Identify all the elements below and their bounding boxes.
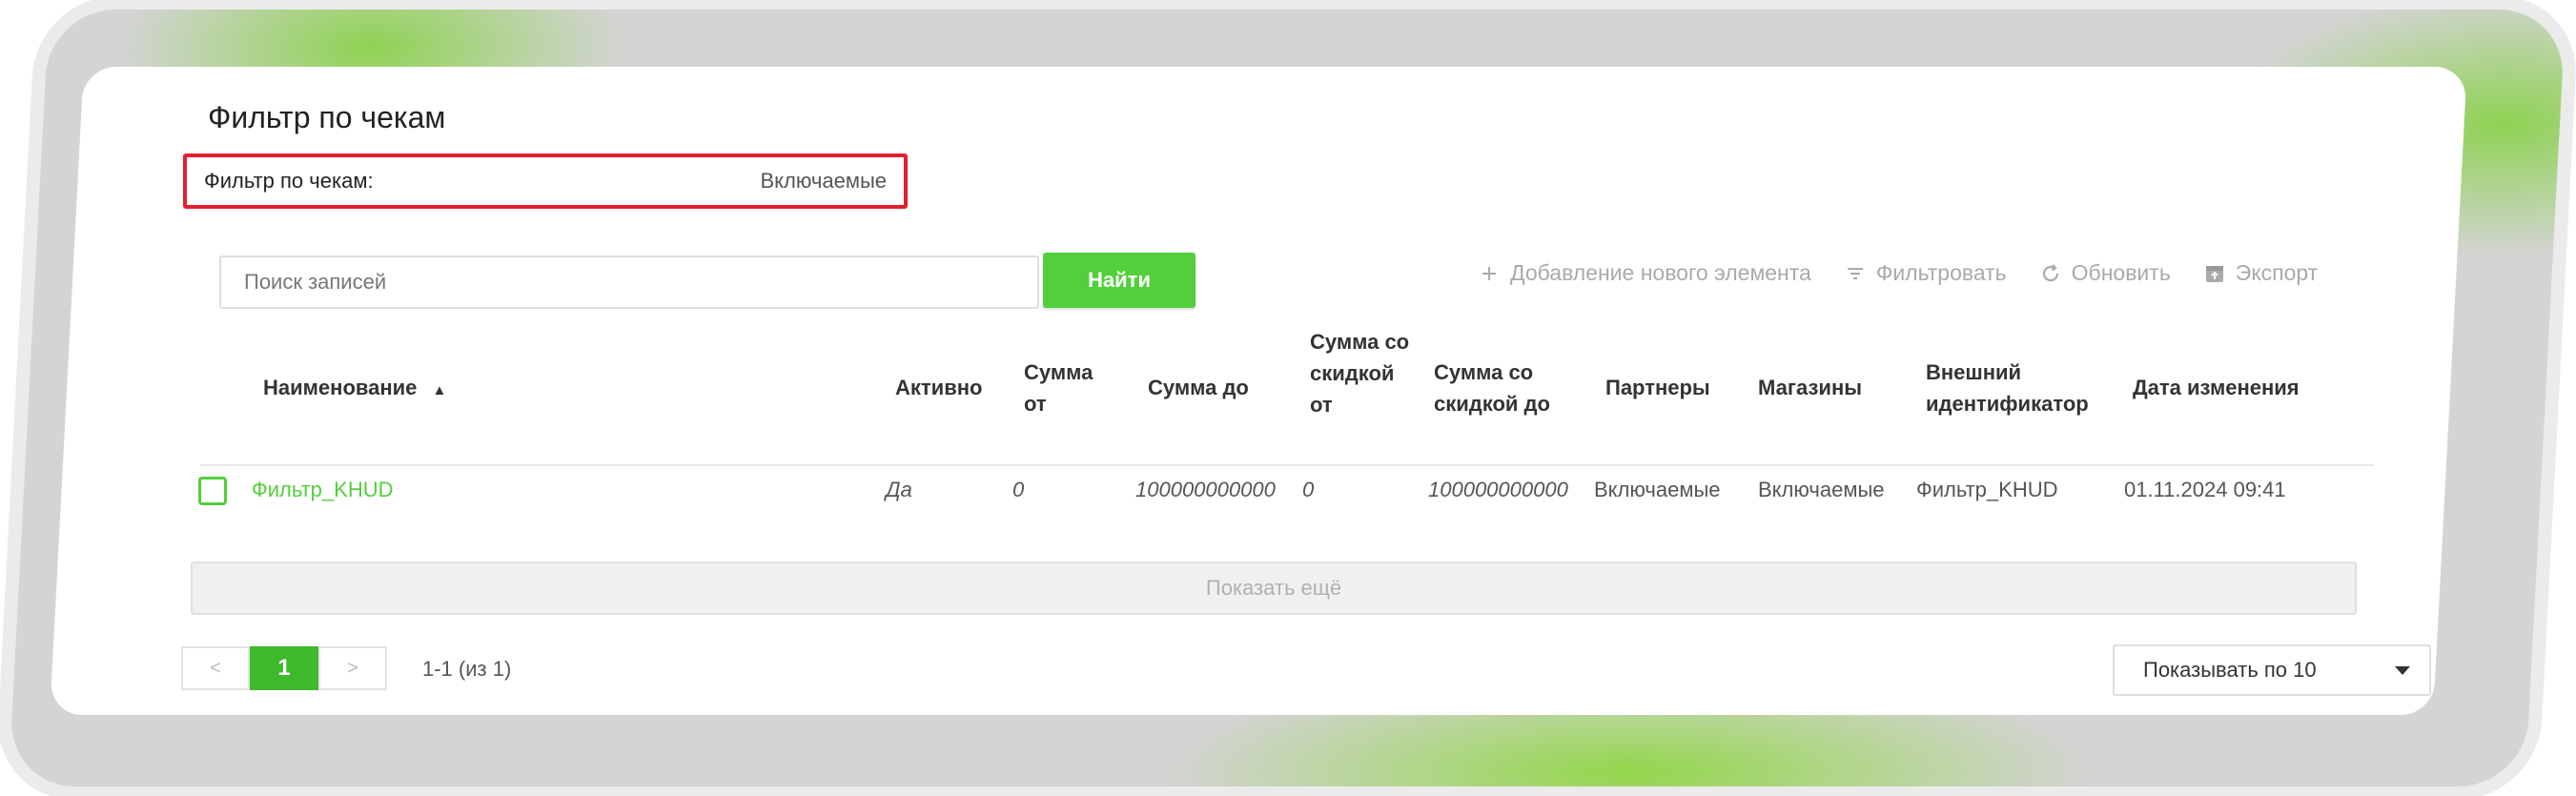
- export-icon: [2205, 265, 2223, 282]
- filter-summary-label: Фильтр по чекам:: [204, 169, 374, 193]
- column-header-external-id[interactable]: Внешний идентификатор: [1926, 357, 2116, 419]
- page-size-label: Показывать по 10: [2143, 658, 2317, 682]
- pagination: < 1 >: [181, 646, 387, 690]
- filter-icon: [1847, 267, 1863, 279]
- pagination-info: 1-1 (из 1): [422, 657, 512, 681]
- filter-summary-highlight: Фильтр по чекам: Включаемые: [183, 153, 908, 209]
- search-input[interactable]: [219, 255, 1039, 309]
- page-1-button[interactable]: 1: [250, 646, 318, 690]
- filter-label: Фильтровать: [1875, 260, 2007, 285]
- page-size-select[interactable]: Показывать по 10: [2113, 644, 2431, 696]
- cell-disc-to: 100000000000: [1428, 478, 1568, 501]
- row-checkbox[interactable]: [198, 477, 227, 505]
- cell-sum-from: 0: [1012, 478, 1025, 501]
- cell-partners: Включаемые: [1594, 478, 1721, 501]
- export-label: Экспорт: [2235, 260, 2319, 285]
- refresh-label: Обновить: [2071, 260, 2171, 285]
- toolbar: Добавление нового элемента Фильтровать О…: [1478, 260, 2318, 286]
- refresh-button[interactable]: Обновить: [2039, 260, 2171, 286]
- column-header-partners[interactable]: Партнеры: [1605, 372, 1710, 403]
- plus-icon: [1482, 266, 1496, 280]
- page-title: Фильтр по чекам: [208, 100, 446, 134]
- export-button[interactable]: Экспорт: [2203, 260, 2318, 286]
- cell-sum-to: 100000000000: [1135, 478, 1276, 501]
- row-name-link[interactable]: Фильтр_KHUD: [252, 478, 393, 502]
- column-header-disc-from[interactable]: Сумма со скидкой от: [1310, 326, 1410, 420]
- chevron-down-icon: [2395, 665, 2410, 675]
- cell-modified: 01.11.2024 09:41: [2124, 478, 2286, 501]
- prev-page-button[interactable]: <: [181, 646, 250, 690]
- cell-stores: Включаемые: [1758, 478, 1885, 501]
- refresh-icon: [2042, 263, 2058, 281]
- find-button[interactable]: Найти: [1043, 253, 1196, 308]
- cell-active: Да: [886, 478, 912, 501]
- column-header-modified[interactable]: Дата изменения: [2133, 372, 2300, 403]
- cell-disc-from: 0: [1302, 478, 1315, 501]
- column-header-sum-to[interactable]: Сумма до: [1148, 372, 1249, 403]
- column-header-sum-from[interactable]: Сумма от: [1024, 357, 1110, 419]
- main-content: Фильтр по чекам Фильтр по чекам: Включае…: [172, 91, 2431, 739]
- show-more-button[interactable]: Показать ещё: [191, 561, 2357, 615]
- header-divider: [200, 464, 2374, 466]
- filter-summary-value: Включаемые: [760, 169, 887, 193]
- column-header-name[interactable]: Наименование ▲: [263, 372, 446, 406]
- column-header-stores[interactable]: Магазины: [1758, 372, 1862, 403]
- cell-external-id: Фильтр_KHUD: [1916, 478, 2058, 501]
- column-header-active[interactable]: Активно: [895, 372, 982, 403]
- add-element-label: Добавление нового элемента: [1510, 260, 1811, 285]
- filter-button[interactable]: Фильтровать: [1844, 260, 2007, 286]
- add-element-button[interactable]: Добавление нового элемента: [1478, 260, 1811, 286]
- sort-asc-icon: ▲: [432, 382, 447, 398]
- next-page-button[interactable]: >: [318, 646, 387, 690]
- column-header-disc-to[interactable]: Сумма со скидкой до: [1434, 357, 1577, 419]
